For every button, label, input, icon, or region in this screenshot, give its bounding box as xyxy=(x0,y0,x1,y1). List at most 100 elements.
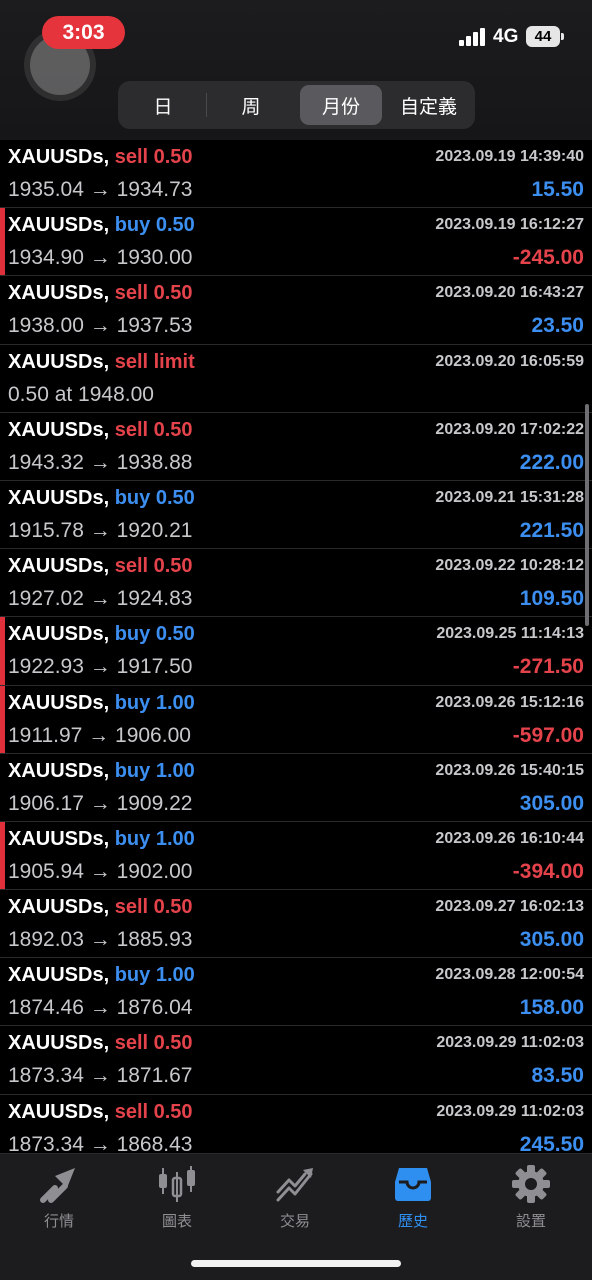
deal-prices: 1874.46 → 1876.04 xyxy=(8,996,193,1020)
symbol-name: XAUUSDs, xyxy=(8,282,110,305)
symbol-name: XAUUSDs, xyxy=(8,418,110,441)
quotes-icon xyxy=(40,1168,75,1203)
deal-side: buy xyxy=(114,486,151,509)
deal-profit: 158.00 xyxy=(519,996,584,1020)
deal-row[interactable]: XAUUSDs, sell 0.50 2023.09.20 16:43:27 193… xyxy=(0,276,592,345)
deal-row[interactable]: XAUUSDs, sell 0.50 2023.09.29 11:02:03 187… xyxy=(0,1026,592,1095)
deal-datetime: 2023.09.28 12:00:54 xyxy=(435,966,584,984)
deal-profit: -597.00 xyxy=(512,723,584,747)
tab-history-label: 歷史 xyxy=(397,1213,428,1230)
deal-prices: 1905.94 → 1902.00 xyxy=(8,859,193,883)
deal-row[interactable]: XAUUSDs, sell 0.50 2023.09.29 11:02:03 187… xyxy=(0,1095,592,1153)
deal-datetime: 2023.09.26 15:12:16 xyxy=(435,693,584,711)
home-indicator[interactable] xyxy=(191,1260,401,1267)
tab-chart[interactable]: 圖表 xyxy=(118,1164,236,1234)
trade-icon xyxy=(276,1168,313,1202)
deal-volume: 0.50 xyxy=(153,555,193,578)
deal-prices: 1934.90 → 1930.00 xyxy=(8,246,193,270)
symbol-name: XAUUSDs, xyxy=(8,214,110,237)
deal-volume: limit xyxy=(153,350,195,373)
tab-settings[interactable]: 設置 xyxy=(472,1164,590,1234)
deal-prices: 1873.34 → 1868.43 xyxy=(8,1132,193,1153)
deal-volume: 1.00 xyxy=(155,827,195,850)
deal-datetime: 2023.09.21 15:31:28 xyxy=(435,488,584,506)
deal-datetime: 2023.09.29 11:02:03 xyxy=(436,1102,584,1120)
deal-type: buy 1.00 xyxy=(115,964,195,986)
deal-datetime: 2023.09.20 17:02:22 xyxy=(435,420,584,438)
deal-symbol: XAUUSDs, buy 0.50 xyxy=(8,623,195,646)
deal-profit: 245.50 xyxy=(519,1132,584,1153)
deal-prices: 1922.93 → 1917.50 xyxy=(8,655,193,679)
deal-prices: 0.50 at 1948.00 xyxy=(8,382,154,406)
period-custom[interactable]: 自定義 xyxy=(386,85,471,125)
deal-profit: 15.50 xyxy=(531,178,584,201)
status-bar: 3:03 4G 44 日 周 月份 自定義 xyxy=(0,0,592,140)
deal-volume: 0.50 xyxy=(153,1032,193,1055)
period-month[interactable]: 月份 xyxy=(300,85,382,125)
scroll-indicator[interactable] xyxy=(585,404,589,626)
deal-datetime: 2023.09.20 16:43:27 xyxy=(435,284,584,302)
deal-profit: 23.50 xyxy=(531,314,584,338)
deal-row[interactable]: XAUUSDs, buy 0.50 2023.09.21 15:31:28 1915… xyxy=(0,481,592,550)
deal-row[interactable]: XAUUSDs, sell 0.50 2023.09.27 16:02:13 189… xyxy=(0,890,592,959)
deal-row[interactable]: XAUUSDs, buy 0.50 2023.09.25 11:14:13 1922… xyxy=(0,617,592,686)
deal-profit: -394.00 xyxy=(512,859,584,883)
symbol-name: XAUUSDs, xyxy=(8,350,110,373)
deal-row[interactable]: XAUUSDs, sell 0.50 2023.09.20 17:02:22 194… xyxy=(0,413,592,481)
deal-side: sell xyxy=(114,418,149,441)
deal-prices: 1935.04 → 1934.73 xyxy=(8,178,193,201)
deal-prices: 1906.17 → 1909.22 xyxy=(8,791,193,815)
deal-type: sell 0.50 xyxy=(115,146,193,168)
deal-row[interactable]: XAUUSDs, sell 0.50 2023.09.19 14:39:40 193… xyxy=(0,140,592,209)
symbol-name: XAUUSDs, xyxy=(8,1032,110,1055)
deal-datetime: 2023.09.19 16:12:27 xyxy=(435,216,584,234)
cellular-signal-icon xyxy=(459,28,487,46)
chart-icon xyxy=(159,1166,195,1202)
deal-row[interactable]: XAUUSDs, buy 1.00 2023.09.26 15:12:16 1911… xyxy=(0,685,592,754)
deal-type: sell 0.50 xyxy=(115,896,193,918)
symbol-name: XAUUSDs, xyxy=(8,896,110,919)
deal-datetime: 2023.09.22 10:28:12 xyxy=(435,557,584,575)
deal-type: buy 0.50 xyxy=(115,487,195,509)
deal-symbol: XAUUSDs, buy 1.00 xyxy=(8,828,195,851)
deal-datetime: 2023.09.25 11:14:13 xyxy=(436,625,584,643)
deal-side: buy xyxy=(114,691,151,714)
deal-row[interactable]: XAUUSDs, buy 1.00 2023.09.28 12:00:54 1874… xyxy=(0,958,592,1027)
deal-profit: 305.00 xyxy=(519,791,584,815)
deal-profit: 221.50 xyxy=(519,518,584,542)
deal-side: sell xyxy=(114,1032,149,1055)
tab-quotes-label: 行情 xyxy=(43,1213,74,1230)
period-day[interactable]: 日 xyxy=(122,85,204,125)
status-time[interactable]: 3:03 xyxy=(42,16,125,49)
tab-chart-label: 圖表 xyxy=(161,1213,192,1230)
deal-side: sell xyxy=(114,350,149,373)
deal-symbol: XAUUSDs, buy 0.50 xyxy=(8,214,195,237)
deal-volume: 1.00 xyxy=(155,964,195,987)
deal-symbol: XAUUSDs, sell 0.50 xyxy=(8,419,193,442)
deal-volume: 1.00 xyxy=(155,691,195,714)
deals-list[interactable]: XAUUSDs, sell 0.50 2023.09.19 14:39:40 193… xyxy=(0,140,592,1153)
deal-prices: 1915.78 → 1920.21 xyxy=(8,518,193,542)
deal-type: sell 0.50 xyxy=(115,1101,193,1123)
deal-row[interactable]: XAUUSDs, buy 1.00 2023.09.26 15:40:15 1906… xyxy=(0,754,592,822)
deal-datetime: 2023.09.27 16:02:13 xyxy=(435,898,584,916)
deal-side: sell xyxy=(114,146,149,168)
deal-prices: 1943.32 → 1938.88 xyxy=(8,450,193,474)
deal-row[interactable]: XAUUSDs, buy 0.50 2023.09.19 16:12:27 1934… xyxy=(0,208,592,277)
deal-symbol: XAUUSDs, sell 0.50 xyxy=(8,555,193,578)
symbol-name: XAUUSDs, xyxy=(8,486,110,509)
deal-type: sell 0.50 xyxy=(115,1032,193,1054)
deal-side: sell xyxy=(114,555,149,578)
deal-row[interactable]: XAUUSDs, sell limit 2023.09.20 16:05:59 0.… xyxy=(0,345,592,413)
deal-prices: 1873.34 → 1871.67 xyxy=(8,1064,193,1088)
tab-history[interactable]: 歷史 xyxy=(354,1164,472,1234)
deal-datetime: 2023.09.29 11:02:03 xyxy=(436,1034,584,1052)
deal-row[interactable]: XAUUSDs, sell 0.50 2023.09.22 10:28:12 192… xyxy=(0,549,592,618)
deal-volume: 0.50 xyxy=(153,418,193,441)
tab-trade[interactable]: 交易 xyxy=(236,1164,354,1234)
battery-tip xyxy=(561,33,564,40)
deal-row[interactable]: XAUUSDs, buy 1.00 2023.09.26 16:10:44 1905… xyxy=(0,821,592,891)
period-week[interactable]: 周 xyxy=(208,85,294,125)
tab-quotes[interactable]: 行情 xyxy=(0,1164,118,1234)
deal-type: buy 0.50 xyxy=(115,214,195,236)
